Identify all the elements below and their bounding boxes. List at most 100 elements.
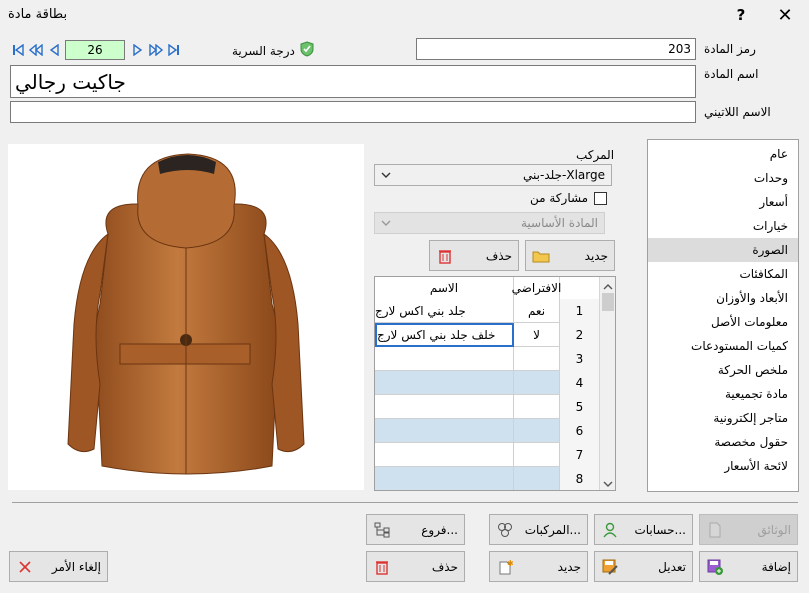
latin-name-label: الاسم اللاتيني — [704, 105, 771, 119]
grid-row-number: 2 — [560, 323, 599, 347]
side-menu-item[interactable]: ملخص الحركة — [648, 358, 798, 382]
first-record-icon[interactable] — [11, 43, 25, 57]
item-name-label: اسم المادة — [704, 67, 759, 81]
add-button[interactable]: إضافة — [699, 551, 798, 582]
item-name-field[interactable]: جاكيت رجالي — [10, 65, 696, 98]
new-label: جديد — [557, 559, 581, 574]
grid-cell-name[interactable] — [375, 395, 514, 419]
documents-label: الوثائق — [757, 522, 791, 537]
side-menu-item[interactable]: حقول مخصصة — [648, 430, 798, 454]
security-label: درجة السرية — [232, 43, 295, 58]
close-button[interactable]: ✕ — [771, 2, 799, 28]
grid-row-number: 8 — [560, 467, 599, 490]
grid-row-number: 4 — [560, 371, 599, 395]
grid-row-number: 5 — [560, 395, 599, 419]
composites-button[interactable]: المركبات... — [489, 514, 588, 545]
col-header-name: الاسم — [375, 277, 514, 299]
image-new-button[interactable]: جديد — [525, 240, 615, 271]
composite-value: جلد-بني-Xlarge — [523, 168, 605, 182]
col-header-default: الافتراضي — [512, 277, 561, 299]
grid-cell-name[interactable] — [375, 443, 514, 467]
grid-cell-default[interactable] — [514, 443, 560, 467]
chevron-down-icon — [381, 216, 391, 230]
branches-button[interactable]: فروع... — [366, 514, 465, 545]
trash-icon — [436, 247, 454, 265]
page-number-field[interactable]: 26 — [65, 40, 125, 60]
edit-button[interactable]: تعديل — [594, 551, 693, 582]
grid-cell-default[interactable] — [514, 467, 560, 490]
fast-back-icon[interactable] — [29, 43, 43, 57]
composite-label: المركب — [576, 148, 615, 162]
grid-cell-default[interactable] — [514, 371, 560, 395]
user-icon — [601, 521, 619, 539]
side-menu-item[interactable]: خيارات — [648, 214, 798, 238]
record-navigator: 26 — [11, 40, 181, 60]
item-code-field[interactable]: 203 — [416, 38, 696, 60]
edit-icon — [601, 558, 619, 576]
side-menu-item[interactable]: مادة تجميعية — [648, 382, 798, 406]
shield-check-icon — [299, 41, 315, 60]
scroll-up-icon[interactable] — [603, 280, 613, 294]
side-menu-item[interactable]: وحدات — [648, 166, 798, 190]
image-new-label: جديد — [584, 248, 608, 263]
document-icon — [706, 521, 724, 539]
share-checkbox[interactable] — [594, 191, 608, 205]
fast-forward-icon[interactable] — [149, 43, 163, 57]
trash-icon — [373, 558, 391, 576]
grid-cell-default[interactable]: لا — [514, 323, 560, 347]
last-record-icon[interactable] — [167, 43, 181, 57]
side-menu-item[interactable]: الصورة — [648, 238, 798, 262]
grid-cell-name[interactable] — [375, 419, 514, 443]
previous-record-icon[interactable] — [47, 43, 61, 57]
folder-icon — [532, 247, 550, 265]
accounts-label: حسابات... — [634, 522, 686, 537]
security-level[interactable]: درجة السرية — [232, 41, 315, 60]
side-menu-item[interactable]: لائحة الأسعار — [648, 454, 798, 478]
next-record-icon[interactable] — [131, 43, 145, 57]
side-menu-item[interactable]: عام — [648, 142, 798, 166]
grid-cell-name[interactable]: جلد بني اكس لارج — [375, 299, 514, 323]
side-menu-item[interactable]: معلومات الأصل — [648, 310, 798, 334]
side-menu-item[interactable]: المكافئات — [648, 262, 798, 286]
side-menu-item[interactable]: متاجر إلكترونية — [648, 406, 798, 430]
grid-cell-name[interactable] — [375, 371, 514, 395]
composites-label: المركبات... — [524, 522, 581, 537]
base-item-value: المادة الأساسية — [520, 216, 598, 230]
scroll-down-icon[interactable] — [603, 477, 613, 490]
documents-button: الوثائق — [699, 514, 798, 545]
grid-row-number: 6 — [560, 419, 599, 443]
grid-cell-default[interactable] — [514, 395, 560, 419]
grid-cell-name[interactable] — [375, 347, 514, 371]
scroll-thumb[interactable] — [602, 293, 614, 311]
grid-row-number: 3 — [560, 347, 599, 371]
new-button[interactable]: ✱ جديد — [489, 551, 588, 582]
grid-row-number: 7 — [560, 443, 599, 467]
share-checkbox-row[interactable]: مشاركة من — [530, 191, 608, 205]
grid-scrollbar[interactable] — [599, 277, 615, 490]
cancel-button[interactable]: إلغاء الأمر — [9, 551, 108, 582]
grid-cell-default[interactable] — [514, 419, 560, 443]
delete-label: حذف — [431, 559, 458, 574]
divider — [12, 502, 798, 503]
image-delete-button[interactable]: حذف — [429, 240, 519, 271]
side-menu-item[interactable]: كميات المستودعات — [648, 334, 798, 358]
accounts-button[interactable]: حسابات... — [594, 514, 693, 545]
composite-select[interactable]: جلد-بني-Xlarge — [374, 164, 612, 186]
grid-cell-default[interactable]: نعم — [514, 299, 560, 323]
add-label: إضافة — [761, 559, 791, 574]
side-menu-item[interactable]: أسعار — [648, 190, 798, 214]
grid-cell-default[interactable] — [514, 347, 560, 371]
delete-button[interactable]: حذف — [366, 551, 465, 582]
edit-label: تعديل — [658, 559, 686, 574]
base-item-select: المادة الأساسية — [374, 212, 605, 234]
grid-cell-name[interactable] — [375, 467, 514, 490]
side-menu-item[interactable]: الأبعاد والأوزان — [648, 286, 798, 310]
latin-name-field[interactable] — [10, 101, 696, 123]
tree-icon — [373, 521, 391, 539]
new-document-icon: ✱ — [496, 558, 514, 576]
grid-cell-name[interactable]: خلف جلد بني اكس لارج — [375, 323, 514, 347]
help-button[interactable]: ? — [727, 2, 755, 28]
add-save-icon — [706, 558, 724, 576]
jacket-image — [67, 153, 305, 475]
names-grid: الاسم الافتراضي جلد بني اكس لارج نعم 1 خلف … — [374, 276, 616, 491]
